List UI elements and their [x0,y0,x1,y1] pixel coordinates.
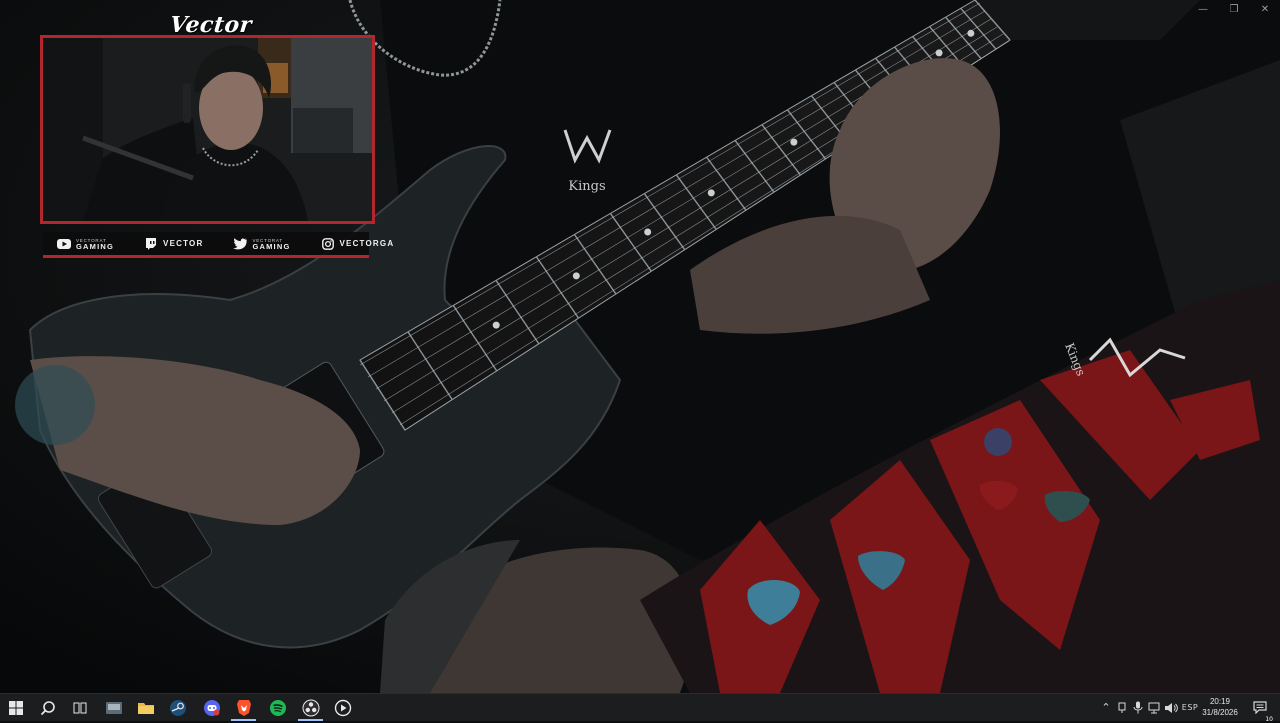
restore-icon[interactable]: ❐ [1224,4,1244,18]
taskbar-app-brave[interactable] [228,694,259,721]
taskbar-app-media-player[interactable] [327,694,358,721]
search-button[interactable] [32,694,63,721]
volume-icon [1165,702,1178,713]
active-app-indicator [231,719,256,721]
minimize-icon[interactable]: — [1193,4,1213,18]
taskbar-app-folder[interactable] [130,694,161,721]
tray-microphone-button[interactable] [1131,694,1145,721]
tray-volume-button[interactable] [1163,694,1179,721]
start-button[interactable] [0,694,31,721]
taskbar-app-discord[interactable] [196,694,227,721]
task-view-button[interactable] [64,694,95,721]
fret-inlay-dot [707,189,715,197]
action-center-button[interactable]: 10 [1250,694,1273,723]
tray-network-button[interactable] [1147,694,1163,721]
fret-inlay-dot [492,321,500,329]
file-explorer-icon [105,701,122,714]
taskbar-app-spotify[interactable] [262,694,293,721]
chevron-up-icon: ⌃ [1101,701,1111,714]
brave-browser-icon [236,699,251,716]
youtube-icon [57,238,71,250]
network-icon [1148,702,1160,713]
active-app-indicator [298,719,323,721]
notification-icon [1253,701,1267,714]
folder-icon [137,702,154,714]
close-icon[interactable]: ✕ [1255,4,1275,18]
webcam-frame [40,35,375,224]
windows-taskbar: ⌃ ESP 20:19 31/8/2026 10 [0,693,1280,723]
microphone-icon [1133,701,1143,714]
fret-inlay-dot [644,228,652,236]
social-twitter[interactable]: VECTORAT GAMING [233,238,290,250]
taskbar-app-file-explorer[interactable] [98,694,129,721]
social-instagram[interactable]: VECTORGA [321,237,395,250]
taskbar-clock[interactable]: 20:19 31/8/2026 [1198,696,1242,718]
social-twitch[interactable]: VECTOR [144,237,204,250]
taskbar-app-steam[interactable] [162,694,193,721]
media-player-icon [334,699,351,716]
twitter-icon [233,237,248,250]
windows-icon [8,700,23,715]
tray-device-button[interactable] [1115,694,1129,721]
discord-icon [203,699,220,716]
youtube-handle-bottom: GAMING [76,241,115,251]
search-icon [40,700,55,715]
twitch-handle: VECTOR [163,239,204,248]
instagram-icon [321,237,335,250]
twitch-icon [144,237,158,250]
steam-icon [169,699,186,716]
fret-inlay-dot [572,272,580,280]
obs-icon [302,699,319,716]
fret-inlay-dot [790,138,798,146]
taskbar-app-obs[interactable] [295,694,326,721]
webcam-feed [43,38,372,221]
spotify-icon [269,699,286,716]
instagram-handle: VECTORGA [339,239,395,248]
shirt-logo: Kings [568,179,605,194]
social-links-bar: VECTORAT GAMING VECTOR VECTORAT GAMING V… [43,232,393,258]
language-indicator[interactable]: ESP [1180,694,1200,721]
task-view-icon [73,702,86,713]
usb-device-icon [1118,702,1126,713]
show-hidden-icons-button[interactable]: ⌃ [1099,694,1113,721]
twitter-handle-bottom: GAMING [252,241,291,251]
clock-time: 20:19 [1209,697,1231,706]
clock-date: 31/8/2026 [1202,708,1238,717]
social-youtube[interactable]: VECTORAT GAMING [57,238,114,250]
